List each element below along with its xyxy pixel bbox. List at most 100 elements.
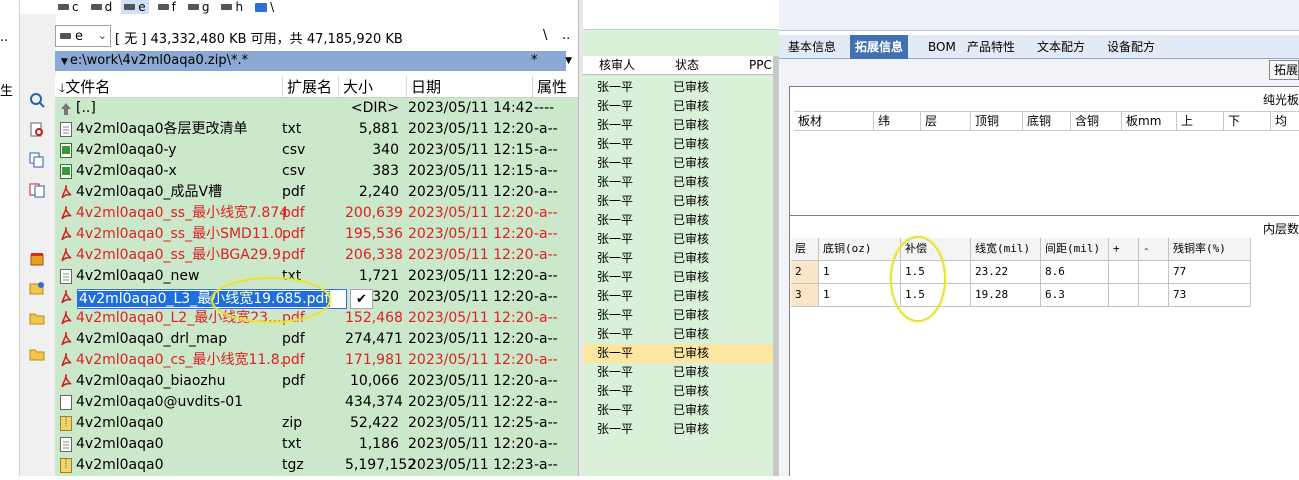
drive-3[interactable]: f <box>155 0 179 14</box>
inner-layer-cell[interactable]: 1 <box>819 261 901 284</box>
tab-5[interactable]: 设备配方 <box>1102 35 1160 59</box>
inner-layer-cell[interactable]: 77 <box>1169 261 1251 284</box>
column-reviewer[interactable]: 核审人 <box>599 56 635 74</box>
column-date[interactable]: 日期 <box>407 76 533 97</box>
bare-board-column[interactable]: 含铜 <box>1071 112 1122 131</box>
tab-2[interactable]: BOM <box>923 35 961 59</box>
bare-board-column[interactable]: 上 <box>1177 112 1224 131</box>
filter-select[interactable]: * ▼ <box>531 51 578 71</box>
record-row[interactable]: 张一平 已审核 <box>583 154 773 173</box>
drive-1[interactable]: d <box>88 0 116 14</box>
find-file-icon[interactable] <box>28 122 46 138</box>
inner-layer-cell[interactable]: 1 <box>819 284 901 307</box>
inner-layer-column[interactable]: 底铜(oz) <box>819 238 901 261</box>
file-row[interactable]: 4v2ml0aqa0 tgz 5,197,152 2023/05/11 12:23 -a… <box>55 455 578 476</box>
record-row[interactable]: 张一平 已审核 <box>583 97 773 116</box>
tab-1[interactable]: 拓展信息 <box>850 35 909 59</box>
bare-board-column[interactable]: 板mm <box>1122 112 1177 131</box>
file-row[interactable]: 4v2ml0aqa0 txt 1,186 2023/05/11 12:20 -a-- <box>55 434 578 455</box>
extend-button[interactable]: 拓展 <box>1269 60 1299 80</box>
file-row[interactable]: 4v2ml0aqa0-x csv 383 2023/05/11 12:15 -a-- <box>55 161 578 182</box>
bare-board-column[interactable]: 底铜 <box>1023 112 1071 131</box>
record-row[interactable]: 张一平 已审核 <box>583 211 773 230</box>
inner-layer-column[interactable]: 间距(mil) <box>1041 238 1109 261</box>
package-icon[interactable] <box>28 250 46 266</box>
column-status[interactable]: 状态 <box>675 56 699 74</box>
record-row[interactable]: 张一平 已审核 <box>583 420 773 439</box>
column-name[interactable]: 🡓文件名 <box>55 76 283 97</box>
file-row[interactable]: [..] <DIR> 2023/05/11 14:42 ---- <box>55 98 578 119</box>
file-row[interactable]: 4v2ml0aqa0_ss_最小线宽7.874 pdf 200,639 2023/05… <box>55 203 578 224</box>
inner-layer-cell[interactable]: 3 <box>791 284 819 307</box>
tab-0[interactable]: 基本信息 <box>783 35 841 59</box>
inner-layer-column[interactable]: - <box>1139 238 1169 261</box>
file-row[interactable]: 4v2ml0aqa0_cs_最小线宽11.8.. pdf 171,981 2023/0… <box>55 350 578 371</box>
drive-6[interactable]: \ <box>252 0 277 14</box>
file-row[interactable]: 4v2ml0aqa0_成品V槽 pdf 2,240 2023/05/11 12:20-… <box>55 182 578 203</box>
copy-icon[interactable] <box>28 152 46 168</box>
record-row[interactable]: 张一平 已审核 <box>583 325 773 344</box>
drive-2[interactable]: e <box>121 0 149 14</box>
folder-icon[interactable] <box>28 346 46 362</box>
file-row[interactable]: 4v2ml0aqa0_new txt 1,721 2023/05/11 12:20 -a… <box>55 266 578 287</box>
inner-layer-column[interactable]: 层 <box>791 238 819 261</box>
path-history-icon[interactable]: ▼ <box>61 57 68 67</box>
record-row[interactable]: 张一平 已审核 <box>583 249 773 268</box>
compare-icon[interactable] <box>28 182 46 198</box>
bare-board-column[interactable]: 纬 <box>874 112 921 131</box>
inner-layer-cell[interactable]: 2 <box>791 261 819 284</box>
parent-dir-button[interactable]: .. <box>562 28 570 43</box>
inner-layer-cell[interactable]: 23.22 <box>971 261 1041 284</box>
rename-confirm-button[interactable]: ✔ <box>350 289 373 309</box>
inner-layer-cell[interactable]: 8.6 <box>1041 261 1109 284</box>
drive-5[interactable]: h <box>218 0 246 14</box>
inner-layer-cell[interactable] <box>1109 284 1139 307</box>
column-attr[interactable]: 属性 <box>533 76 578 97</box>
inner-layer-column[interactable]: 残铜率(%) <box>1169 238 1251 261</box>
record-row[interactable]: 张一平 已审核 <box>583 268 773 287</box>
search-icon[interactable] <box>28 92 46 108</box>
tab-3[interactable]: 产品特性 <box>962 35 1020 59</box>
bare-board-column[interactable]: 均 <box>1271 112 1299 131</box>
root-button[interactable]: \ <box>543 28 547 43</box>
inner-layer-cell[interactable]: 6.3 <box>1041 284 1109 307</box>
record-row[interactable]: 张一平 已审核 <box>583 78 773 97</box>
file-row[interactable]: 4v2ml0aqa0-y csv 340 2023/05/11 12:15 -a-- <box>55 140 578 161</box>
folder-icon[interactable] <box>28 310 46 326</box>
file-row[interactable]: 4v2ml0aqa0各层更改清单 txt 5,881 2023/05/11 12:20… <box>55 119 578 140</box>
inner-layer-cell[interactable] <box>1139 261 1169 284</box>
column-ppc[interactable]: PPC <box>749 56 772 74</box>
record-row[interactable]: 张一平 已审核 <box>583 401 773 420</box>
file-row[interactable]: 4v2ml0aqa0_drl_map pdf 274,471 2023/05/11 1… <box>55 329 578 350</box>
record-row[interactable]: 张一平 已审核 <box>583 344 773 363</box>
bare-board-column[interactable]: 层 <box>921 112 971 131</box>
inner-layer-column[interactable]: 线宽(mil) <box>971 238 1041 261</box>
file-row[interactable]: 4v2ml0aqa0@uvdits-01 434,374 2023/05/11 12… <box>55 392 578 413</box>
inner-layer-column[interactable]: + <box>1109 238 1139 261</box>
network-folder-icon[interactable] <box>28 280 46 296</box>
file-row[interactable]: 4v2ml0aqa0_biaozhu pdf 10,066 2023/05/11 12… <box>55 371 578 392</box>
drive-0[interactable]: c <box>55 0 82 14</box>
record-row[interactable]: 张一平 已审核 <box>583 230 773 249</box>
tab-4[interactable]: 文本配方 <box>1032 35 1090 59</box>
record-row[interactable]: 张一平 已审核 <box>583 116 773 135</box>
drive-select[interactable]: e ⌄ <box>55 25 111 47</box>
record-row[interactable]: 张一平 已审核 <box>583 135 773 154</box>
current-path[interactable]: ▼ e:\work\4v2ml0aqa0.zip\*.* <box>55 51 566 71</box>
inner-layer-cell[interactable]: 73 <box>1169 284 1251 307</box>
bare-board-column[interactable]: 顶铜 <box>971 112 1023 131</box>
file-row[interactable]: 4v2ml0aqa0_ss_最小BGA29.9.. pdf 206,338 2023/… <box>55 245 578 266</box>
column-ext[interactable]: 扩展名 <box>283 76 339 97</box>
drive-4[interactable]: g <box>185 0 213 14</box>
record-row[interactable]: 张一平 已审核 <box>583 363 773 382</box>
record-row[interactable]: 张一平 已审核 <box>583 287 773 306</box>
inner-layer-cell[interactable]: 19.28 <box>971 284 1041 307</box>
record-row[interactable]: 张一平 已审核 <box>583 306 773 325</box>
inner-layer-cell[interactable] <box>1139 284 1169 307</box>
file-row[interactable]: 4v2ml0aqa0 zip 52,422 2023/05/11 12:25 -a-- <box>55 413 578 434</box>
bare-board-column[interactable]: 板材 <box>794 112 874 131</box>
record-row[interactable]: 张一平 已审核 <box>583 192 773 211</box>
record-row[interactable]: 张一平 已审核 <box>583 173 773 192</box>
file-row[interactable]: 4v2ml0aqa0_ss_最小SMD11.0.. pdf 195,536 2023/… <box>55 224 578 245</box>
inner-layer-cell[interactable] <box>1109 261 1139 284</box>
